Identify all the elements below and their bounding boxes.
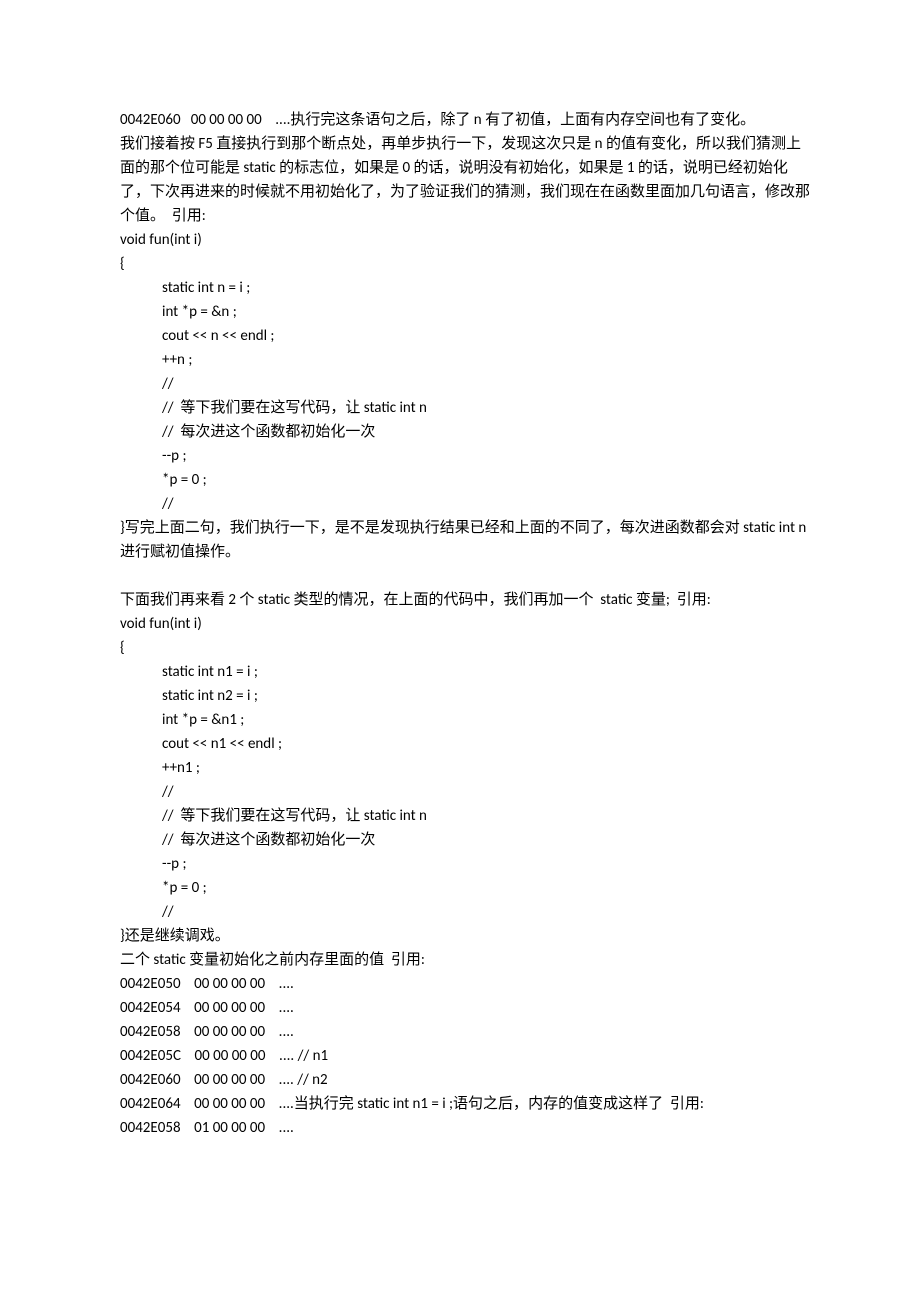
code-line-cout-1: cout << n << endl ; <box>120 324 810 348</box>
code-line-static-n2: static int n2 = i ; <box>120 684 810 708</box>
mem-line-5: 0042E060 00 00 00 00 .... // n2 <box>120 1068 810 1092</box>
code-line-comment-2c: // 每次进这个函数都初始化一次 <box>120 828 810 852</box>
text-line-after-func-1: }写完上面二句，我们执行一下，是不是发现执行结果已经和上面的不同了，每次进函数都… <box>120 516 810 564</box>
mem-line-6: 0042E064 00 00 00 00 ....当执行完 static int… <box>120 1092 810 1116</box>
code-line-assign-2: *p = 0 ; <box>120 876 810 900</box>
code-line-comment-2b: // 等下我们要在这写代码，让 static int n <box>120 804 810 828</box>
code-line-decp-2: --p ; <box>120 852 810 876</box>
code-line-static-n1: static int n1 = i ; <box>120 660 810 684</box>
code-line-comment-1a: // <box>120 372 810 396</box>
mem-line-2: 0042E054 00 00 00 00 .... <box>120 996 810 1020</box>
code-line-brace-open-1: { <box>120 252 810 276</box>
mem-line-1: 0042E050 00 00 00 00 .... <box>120 972 810 996</box>
code-line-func-decl-2: void fun(int i) <box>120 612 810 636</box>
code-line-comment-1b: // 等下我们要在这写代码，让 static int n <box>120 396 810 420</box>
code-line-incn-1: ++n ; <box>120 348 810 372</box>
blank-line-1 <box>120 564 810 588</box>
mem-line-3: 0042E058 00 00 00 00 .... <box>120 1020 810 1044</box>
code-line-comment-1d: // <box>120 492 810 516</box>
code-line-cout-2: cout << n1 << endl ; <box>120 732 810 756</box>
text-line-mem-before: 二个 static 变量初始化之前内存里面的值 引用: <box>120 948 810 972</box>
code-line-comment-1c: // 每次进这个函数都初始化一次 <box>120 420 810 444</box>
mem-line-7: 0042E058 01 00 00 00 .... <box>120 1116 810 1140</box>
text-line-1: 0042E060 00 00 00 00 ....执行完这条语句之后，除了 n … <box>120 108 810 132</box>
code-line-static-n: static int n = i ; <box>120 276 810 300</box>
code-line-decp-1: --p ; <box>120 444 810 468</box>
code-line-ptr-1: int *p = &n ; <box>120 300 810 324</box>
mem-line-4: 0042E05C 00 00 00 00 .... // n1 <box>120 1044 810 1068</box>
code-line-comment-2a: // <box>120 780 810 804</box>
text-line-two-static: 下面我们再来看 2 个 static 类型的情况，在上面的代码中，我们再加一个 … <box>120 588 810 612</box>
code-line-incn-2: ++n1 ; <box>120 756 810 780</box>
text-line-2: 我们接着按 F5 直接执行到那个断点处，再单步执行一下，发现这次只是 n 的值有… <box>120 132 810 228</box>
code-line-assign-1: *p = 0 ; <box>120 468 810 492</box>
code-line-ptr-2: int *p = &n1 ; <box>120 708 810 732</box>
text-line-after-func-2: }还是继续调戏。 <box>120 924 810 948</box>
code-line-brace-open-2: { <box>120 636 810 660</box>
code-line-func-decl-1: void fun(int i) <box>120 228 810 252</box>
code-line-comment-2d: // <box>120 900 810 924</box>
